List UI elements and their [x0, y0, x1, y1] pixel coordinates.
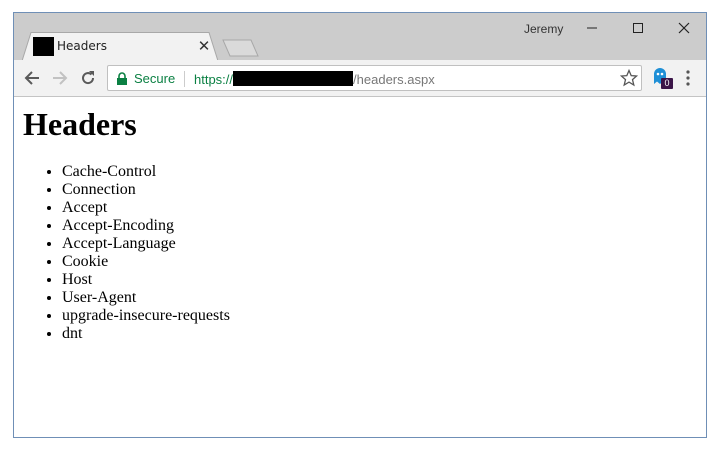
arrow-left-icon	[24, 71, 39, 85]
headers-list: Cache-Control Connection Accept Accept-E…	[22, 163, 230, 343]
reload-icon	[82, 71, 95, 85]
maximize-icon	[633, 23, 643, 33]
tab-close-button[interactable]: ✕	[196, 38, 212, 54]
page-content: Headers Cache-Control Connection Accept …	[14, 97, 706, 437]
list-item: dnt	[62, 325, 230, 343]
arrow-right-icon	[53, 71, 68, 85]
new-tab-button[interactable]	[222, 39, 260, 57]
list-item: Cookie	[62, 253, 230, 271]
url-scheme: https://	[194, 72, 234, 87]
kebab-menu-icon[interactable]	[680, 69, 696, 87]
close-icon	[678, 22, 690, 34]
url-host-redacted	[233, 71, 354, 86]
list-item: upgrade-insecure-requests	[62, 307, 230, 325]
title-bar: Headers ✕ Jeremy	[14, 13, 706, 61]
close-window-button[interactable]	[664, 16, 704, 40]
browser-window: Headers ✕ Jeremy Secure https:// /header…	[13, 12, 707, 438]
list-item: Host	[62, 271, 230, 289]
address-bar[interactable]: Secure https:// /headers.aspx	[107, 65, 642, 91]
url-path: /headers.aspx	[353, 72, 435, 87]
forward-button[interactable]	[49, 67, 71, 89]
maximize-button[interactable]	[618, 16, 658, 40]
minimize-icon	[587, 27, 597, 29]
page-heading: Headers	[23, 106, 137, 142]
list-item: Connection	[62, 181, 230, 199]
omnibox-divider	[184, 71, 185, 87]
lock-icon	[117, 72, 127, 85]
extension-button[interactable]: 0	[651, 66, 675, 90]
profile-name[interactable]: Jeremy	[524, 22, 563, 36]
favicon-redacted	[33, 37, 54, 56]
reload-button[interactable]	[77, 67, 99, 89]
extension-badge: 0	[661, 78, 673, 89]
list-item: Accept	[62, 199, 230, 217]
back-button[interactable]	[21, 67, 43, 89]
browser-toolbar: Secure https:// /headers.aspx 0	[14, 60, 706, 97]
star-icon[interactable]	[620, 69, 638, 87]
list-item: Cache-Control	[62, 163, 230, 181]
list-item: User-Agent	[62, 289, 230, 307]
list-item: Accept-Encoding	[62, 217, 230, 235]
list-item: Accept-Language	[62, 235, 230, 253]
secure-label[interactable]: Secure	[134, 71, 175, 86]
tab-title: Headers	[57, 39, 107, 53]
url-text[interactable]: https:// /headers.aspx	[194, 71, 435, 87]
minimize-button[interactable]	[572, 16, 612, 40]
